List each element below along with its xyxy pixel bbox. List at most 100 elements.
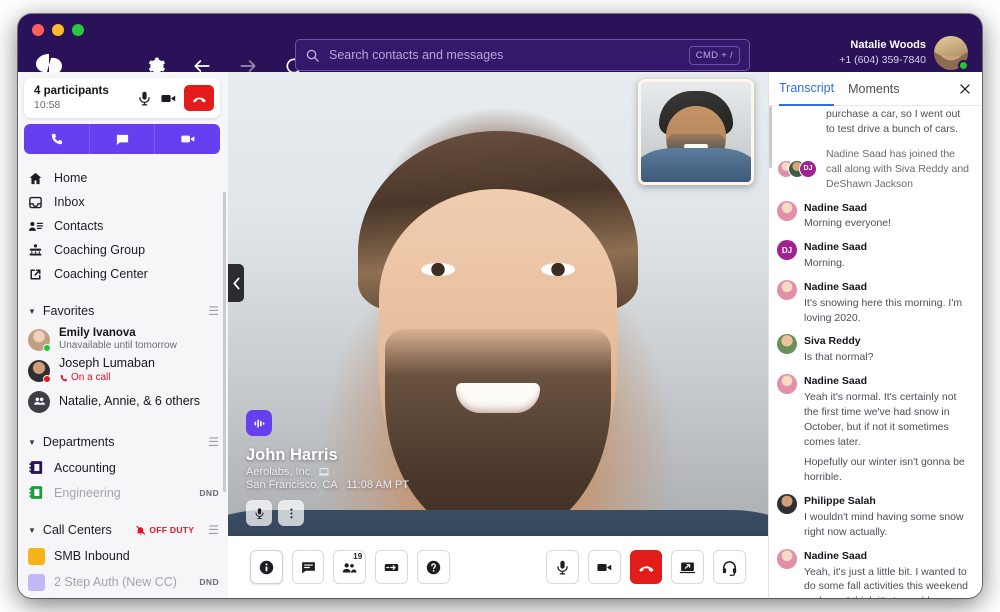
- video-stage: John Harris Aerolabs, Inc. San Francisco…: [228, 72, 768, 598]
- call-info-button[interactable]: [250, 550, 283, 584]
- caller-more-button[interactable]: [278, 500, 304, 526]
- tab-moments[interactable]: Moments: [848, 72, 899, 106]
- participants-icon: [341, 559, 358, 576]
- message-author: Nadine Saad: [804, 280, 970, 296]
- collapse-sidebar-button[interactable]: [228, 264, 244, 302]
- tab-transcript[interactable]: Transcript: [779, 72, 834, 106]
- active-call-card[interactable]: 4 participants 10:58: [24, 78, 220, 118]
- sidebar-item-label: Contacts: [54, 219, 103, 233]
- section-header-favorites[interactable]: ▼ Favorites ☰: [18, 298, 228, 324]
- chat-icon: [115, 132, 130, 147]
- section-header-call-centers[interactable]: ▼ Call Centers OFF DUTY ☰: [18, 517, 228, 543]
- maximize-window-button[interactable]: [72, 24, 84, 36]
- chevron-down-icon: ▼: [28, 526, 36, 535]
- close-window-button[interactable]: [32, 24, 44, 36]
- sidebar-item-coaching-center[interactable]: Coaching Center: [18, 262, 228, 286]
- avatar: [777, 494, 797, 514]
- section-header-departments[interactable]: ▼ Departments ☰: [18, 429, 228, 455]
- sidebar-item-inbox[interactable]: Inbox: [18, 190, 228, 214]
- end-call-button[interactable]: [630, 550, 663, 584]
- desktop-background: CMD + / Natalie Woods +1 (604) 359-7840: [0, 0, 1000, 612]
- video-camera-icon[interactable]: [160, 90, 177, 107]
- home-icon: [28, 171, 43, 186]
- list-item[interactable]: 2 Step Auth (New CC) DND: [18, 569, 228, 595]
- share-screen-button[interactable]: [671, 550, 704, 584]
- minimize-window-button[interactable]: [52, 24, 64, 36]
- list-item[interactable]: SMB Inbound: [18, 543, 228, 569]
- global-search-bar[interactable]: CMD + /: [295, 39, 750, 71]
- sidebar-scrollbar[interactable]: [223, 192, 226, 492]
- message-text: Yeah, it's just a little bit. I wanted t…: [804, 565, 970, 598]
- sidebar-item-coaching-group[interactable]: Coaching Group: [18, 238, 228, 262]
- end-call-button[interactable]: [184, 85, 214, 111]
- self-view-video[interactable]: [638, 79, 754, 185]
- reorder-handle-icon[interactable]: ☰: [208, 524, 219, 536]
- hangup-icon: [191, 90, 208, 107]
- message-body: Nadine Saad Yeah, it's just a little bit…: [804, 549, 970, 598]
- list-item[interactable]: Accounting: [18, 455, 228, 480]
- chat-button[interactable]: [292, 550, 325, 584]
- group-avatar: [28, 391, 50, 413]
- message-body: Philippe Salah I wouldn't mind having so…: [804, 494, 970, 540]
- contact-status-wrap: On a call: [59, 372, 155, 385]
- contacts-icon: [28, 219, 43, 234]
- call-center-color-swatch: [28, 574, 45, 591]
- message-author: Nadine Saad: [804, 240, 970, 256]
- eye-left: [421, 263, 455, 276]
- quick-action-video[interactable]: [154, 124, 220, 154]
- quick-action-call[interactable]: [24, 124, 89, 154]
- presence-dot-online: [958, 60, 969, 71]
- mute-button[interactable]: [546, 550, 579, 584]
- microphone-icon[interactable]: [136, 90, 153, 107]
- call-control-bar: 19: [228, 536, 768, 598]
- off-duty-badge[interactable]: OFF DUTY: [135, 525, 194, 536]
- caller-company-row: Aerolabs, Inc.: [246, 466, 409, 478]
- inbox-icon: [28, 195, 43, 210]
- caller-location: San Francisco, CA: [246, 479, 337, 491]
- caller-action-buttons: [246, 500, 409, 526]
- participants-button[interactable]: 19: [333, 550, 366, 584]
- avatar[interactable]: [934, 36, 968, 70]
- current-user-menu[interactable]: Natalie Woods +1 (604) 359-7840: [839, 36, 968, 70]
- coaching-center-icon: [28, 267, 43, 282]
- call-center-name: 2 Step Auth (New CC): [54, 575, 190, 589]
- sidebar-item-label: Coaching Group: [54, 243, 145, 257]
- list-item: Nadine Saad Yeah it's normal. It's certa…: [777, 374, 970, 485]
- system-message-text: Nadine Saad has joined the call along wi…: [826, 147, 970, 192]
- list-item[interactable]: Natalie, Annie, & 6 others: [18, 386, 228, 417]
- close-icon[interactable]: [958, 82, 972, 96]
- list-item[interactable]: Engineering DND: [18, 480, 228, 505]
- search-input[interactable]: [329, 48, 689, 62]
- transfer-button[interactable]: [375, 550, 408, 584]
- chevron-down-icon: ▼: [28, 307, 36, 316]
- reorder-handle-icon[interactable]: ☰: [208, 305, 219, 317]
- participants-count-badge: 19: [353, 552, 362, 561]
- help-button[interactable]: [417, 550, 450, 584]
- stop-video-button[interactable]: [588, 550, 621, 584]
- mute-caller-button[interactable]: [246, 500, 272, 526]
- message-text: Is that normal?: [804, 350, 970, 365]
- audio-waveform-badge: [246, 410, 272, 436]
- sidebar-item-label: Inbox: [54, 195, 85, 209]
- reorder-handle-icon[interactable]: ☰: [208, 436, 219, 448]
- transcript-list[interactable]: purchase a car, so I went out to test dr…: [769, 106, 982, 598]
- sidebar-nav: Home Inbox: [18, 166, 228, 286]
- off-duty-label: OFF DUTY: [149, 525, 194, 535]
- quick-action-message[interactable]: [89, 124, 155, 154]
- message-body: Nadine Saad It's snowing here this morni…: [804, 280, 970, 326]
- list-item[interactable]: Joseph Lumaban On a call: [18, 355, 228, 386]
- transcript-scrollbar[interactable]: [769, 106, 772, 168]
- message-text: Hopefully our winter isn't gonna be horr…: [804, 455, 970, 485]
- message-text: It's snowing here this morning. I'm lovi…: [804, 296, 970, 326]
- contact-name: Natalie, Annie, & 6 others: [59, 394, 200, 410]
- message-body: Nadine Saad Morning everyone!: [804, 201, 970, 232]
- sidebar-item-contacts[interactable]: Contacts: [18, 214, 228, 238]
- sidebar-item-home[interactable]: Home: [18, 166, 228, 190]
- microphone-icon: [554, 559, 571, 576]
- caller-overlay: John Harris Aerolabs, Inc. San Francisco…: [246, 410, 409, 526]
- chevron-left-icon: [232, 277, 241, 290]
- phone-icon: [49, 132, 64, 147]
- list-item[interactable]: Billing Call Center DND: [18, 595, 228, 598]
- list-item[interactable]: Emily Ivanova Unavailable until tomorrow: [18, 324, 228, 355]
- audio-device-button[interactable]: [713, 550, 746, 584]
